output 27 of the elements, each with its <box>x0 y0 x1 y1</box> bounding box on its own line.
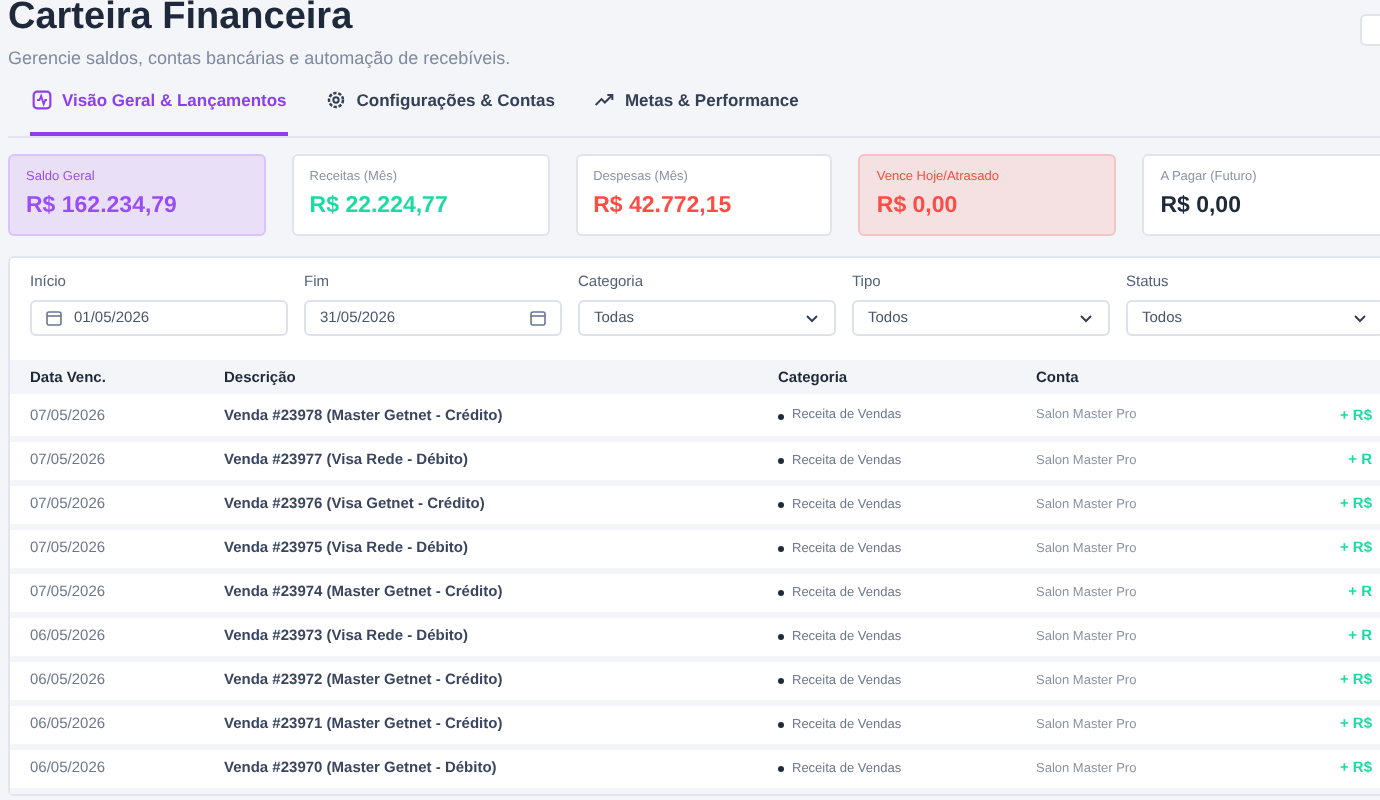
page-subtitle: Gerencie saldos, contas bancárias e automação de recebíveis. <box>8 46 513 72</box>
tab[interactable]: Visão Geral & Lançamentos <box>30 85 289 135</box>
tab[interactable]: Configurações & Contas <box>324 85 557 135</box>
trend-up-icon <box>594 90 615 110</box>
page-title: Carteira Financeira <box>8 0 353 42</box>
chevron-down-icon <box>1078 309 1094 326</box>
card-value: R$ 22.224,77 <box>309 192 450 223</box>
chevron-down-icon <box>804 309 820 326</box>
bullet-icon <box>778 413 784 420</box>
bullet-icon <box>778 766 784 773</box>
calendar-icon <box>530 309 546 326</box>
card-value: R$ 0,00 <box>876 192 960 223</box>
card-value: R$ 0,00 <box>1160 192 1243 223</box>
activity-icon <box>32 90 52 110</box>
calendar-icon <box>46 309 62 326</box>
tab[interactable]: Metas & Performance <box>592 85 801 135</box>
bullet-icon <box>778 722 784 729</box>
card-value: R$ 162.234,79 <box>26 192 179 223</box>
bullet-icon <box>778 678 784 685</box>
bullet-icon <box>778 458 784 465</box>
bullet-icon <box>778 502 784 509</box>
bullet-icon <box>778 634 784 641</box>
bullet-icon <box>778 590 784 597</box>
card-value: R$ 42.772,15 <box>593 192 734 223</box>
chevron-down-icon <box>1352 309 1368 326</box>
bullet-icon <box>778 546 784 553</box>
settings-icon <box>326 90 347 110</box>
